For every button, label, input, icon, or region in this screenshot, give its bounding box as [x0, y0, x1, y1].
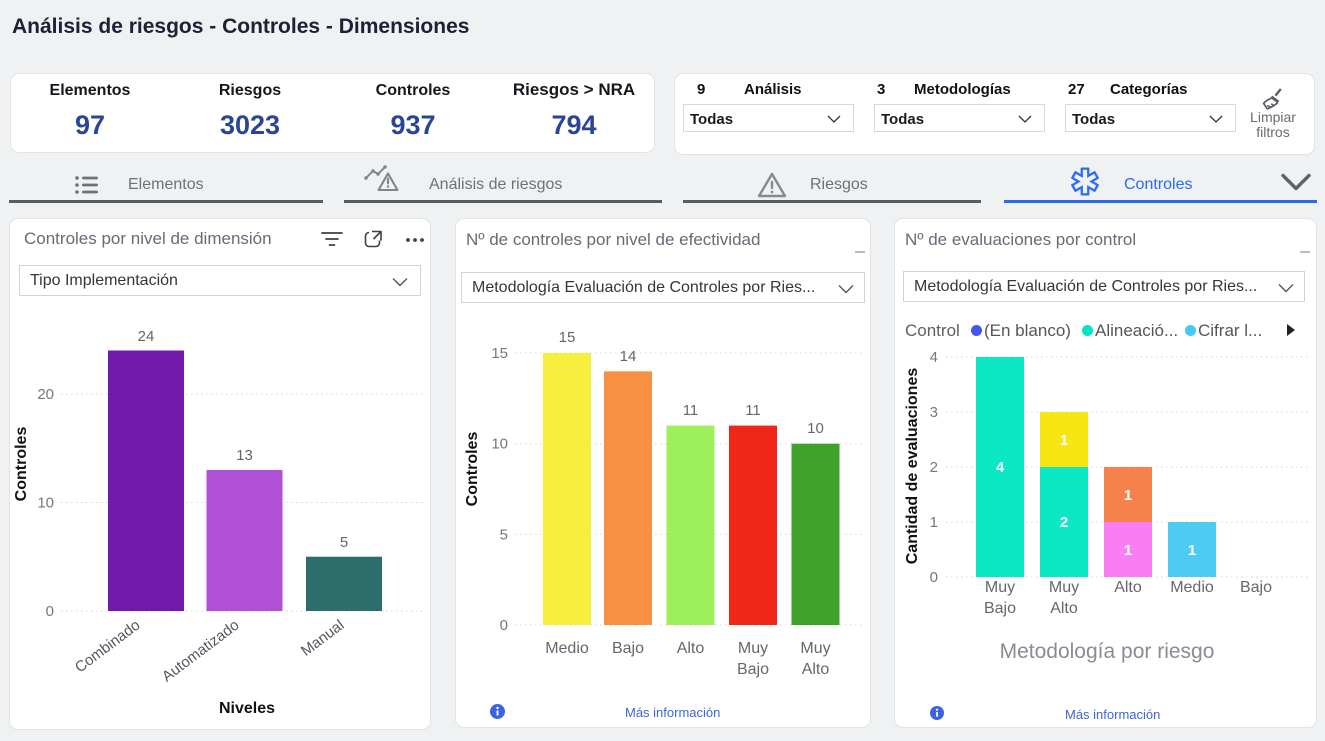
svg-text:5: 5	[500, 526, 508, 543]
svg-text:Metodología por riesgo: Metodología por riesgo	[1000, 640, 1215, 663]
svg-text:1: 1	[1188, 542, 1196, 559]
svg-text:2: 2	[1060, 514, 1068, 531]
svg-text:Medio: Medio	[545, 640, 589, 657]
svg-text:24: 24	[138, 328, 155, 345]
svg-text:0: 0	[930, 569, 938, 586]
svg-text:4: 4	[930, 349, 938, 366]
svg-text:4: 4	[996, 459, 1005, 476]
svg-text:10: 10	[491, 436, 508, 453]
svg-text:1: 1	[1060, 432, 1068, 449]
svg-text:10: 10	[807, 420, 824, 437]
svg-text:Muy: Muy	[738, 640, 768, 657]
svg-text:Alto: Alto	[1114, 579, 1142, 596]
svg-text:11: 11	[683, 402, 699, 419]
svg-text:0: 0	[500, 617, 508, 634]
svg-text:Cantidad de evaluaciones: Cantidad de evaluaciones	[904, 368, 921, 565]
svg-text:3: 3	[930, 404, 938, 421]
svg-text:Muy: Muy	[800, 640, 830, 657]
svg-text:2: 2	[930, 459, 938, 476]
svg-text:1: 1	[930, 514, 938, 531]
svg-text:11: 11	[745, 402, 761, 419]
svg-text:20: 20	[37, 386, 54, 403]
svg-text:Muy: Muy	[1049, 579, 1079, 596]
svg-text:Muy: Muy	[985, 579, 1015, 596]
svg-text:Combinado: Combinado	[72, 617, 144, 677]
svg-text:1: 1	[1124, 487, 1132, 504]
svg-text:Niveles: Niveles	[219, 700, 275, 717]
svg-text:Automatizado: Automatizado	[159, 617, 242, 686]
svg-text:1: 1	[1124, 542, 1132, 559]
svg-text:Alto: Alto	[677, 640, 705, 657]
svg-text:14: 14	[620, 348, 637, 365]
svg-text:Alto: Alto	[802, 661, 830, 678]
svg-text:10: 10	[37, 495, 54, 512]
svg-text:0: 0	[46, 603, 54, 620]
svg-text:Bajo: Bajo	[612, 640, 644, 657]
svg-text:Controles: Controles	[464, 432, 481, 507]
svg-text:Bajo: Bajo	[1240, 579, 1272, 596]
svg-text:Alto: Alto	[1050, 600, 1078, 617]
svg-text:5: 5	[340, 534, 348, 551]
svg-text:Controles: Controles	[13, 427, 30, 502]
svg-text:Bajo: Bajo	[737, 661, 769, 678]
svg-text:15: 15	[491, 345, 508, 362]
svg-text:Medio: Medio	[1170, 579, 1214, 596]
svg-text:13: 13	[236, 447, 253, 464]
svg-text:Manual: Manual	[298, 617, 348, 660]
svg-text:15: 15	[559, 329, 576, 346]
svg-text:Bajo: Bajo	[984, 600, 1016, 617]
